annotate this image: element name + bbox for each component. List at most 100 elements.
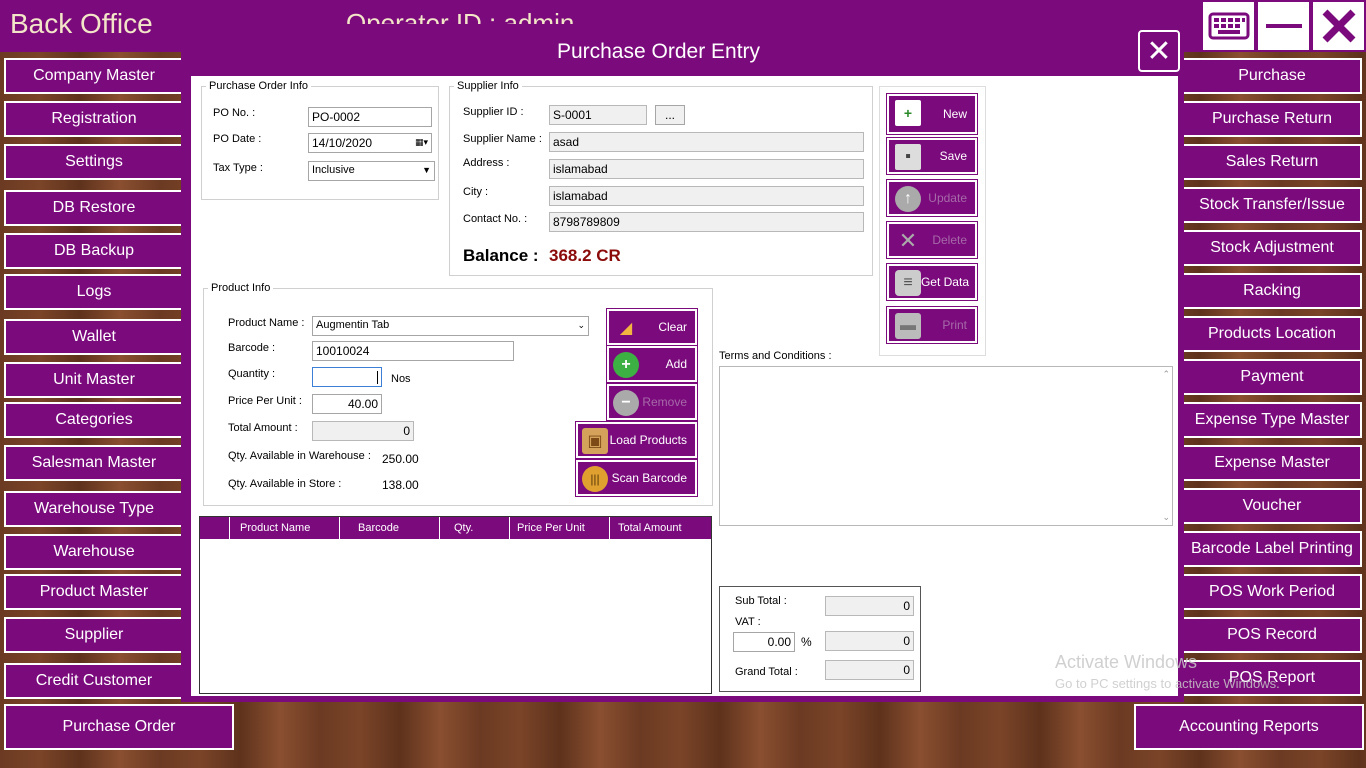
keyboard-icon bbox=[1208, 12, 1250, 40]
menu-barcode-label-printing[interactable]: Barcode Label Printing bbox=[1182, 531, 1362, 567]
box-icon: ▣ bbox=[582, 428, 608, 454]
arrow-up-icon: ↑ bbox=[895, 186, 921, 212]
delete-button[interactable]: ✕ Delete bbox=[886, 221, 978, 259]
menu-products-location[interactable]: Products Location bbox=[1182, 316, 1362, 352]
menu-registration[interactable]: Registration bbox=[4, 101, 184, 137]
address-field[interactable]: islamabad bbox=[549, 159, 864, 179]
watermark-subtitle: Go to PC settings to activate Windows. bbox=[1055, 676, 1280, 691]
load-products-label: Load Products bbox=[609, 433, 687, 447]
scroll-up-icon[interactable]: ⌃ bbox=[1162, 369, 1170, 380]
po-date-picker[interactable]: 14/10/2020 ▦▾ bbox=[308, 133, 432, 153]
get-data-button[interactable]: ≡ Get Data bbox=[886, 263, 978, 301]
terms-label: Terms and Conditions : bbox=[719, 350, 832, 362]
menu-warehouse-type[interactable]: Warehouse Type bbox=[4, 491, 184, 527]
total-amount-field[interactable]: 0 bbox=[312, 421, 414, 441]
calendar-icon[interactable]: ▦▾ bbox=[415, 137, 428, 148]
grid-col-total-amount[interactable]: Total Amount bbox=[610, 517, 711, 539]
terms-textarea[interactable]: ⌃ ⌄ bbox=[719, 366, 1173, 526]
menu-racking[interactable]: Racking bbox=[1182, 273, 1362, 309]
barcode-field[interactable]: 10010024 bbox=[312, 341, 514, 361]
minus-circle-icon: − bbox=[613, 390, 639, 416]
add-button[interactable]: + Add bbox=[606, 345, 698, 383]
remove-button[interactable]: − Remove bbox=[606, 383, 698, 421]
printer-icon: ▬ bbox=[895, 313, 921, 339]
menu-stock-transfer-issue[interactable]: Stock Transfer/Issue bbox=[1182, 187, 1362, 223]
minimize-button[interactable] bbox=[1256, 0, 1311, 52]
close-app-button[interactable] bbox=[1311, 0, 1366, 52]
product-name-select[interactable]: Augmentin Tab ⌄ bbox=[312, 316, 589, 336]
supplier-name-field[interactable]: asad bbox=[549, 132, 864, 152]
menu-db-backup[interactable]: DB Backup bbox=[4, 233, 184, 269]
menu-db-restore[interactable]: DB Restore bbox=[4, 190, 184, 226]
delete-x-icon: ✕ bbox=[898, 228, 918, 253]
dialog-title: Purchase Order Entry bbox=[556, 40, 761, 63]
purchase-order-dialog: Purchase Order Entry ✕ Purchase Order In… bbox=[181, 28, 1184, 702]
total-amount-label: Total Amount : bbox=[228, 422, 298, 434]
menu-purchase-return[interactable]: Purchase Return bbox=[1182, 101, 1362, 137]
broom-icon: ◢ bbox=[619, 320, 633, 337]
print-button[interactable]: ▬ Print bbox=[886, 306, 978, 344]
grid-col-price-per-unit[interactable]: Price Per Unit bbox=[510, 517, 610, 539]
city-field[interactable]: islamabad bbox=[549, 186, 864, 206]
scan-barcode-label: Scan Barcode bbox=[611, 471, 687, 485]
menu-product-master[interactable]: Product Master bbox=[4, 574, 184, 610]
menu-unit-master[interactable]: Unit Master bbox=[4, 362, 184, 398]
grid-col-product-name[interactable]: Product Name bbox=[230, 517, 340, 539]
watermark-title: Activate Windows bbox=[1055, 652, 1198, 672]
menu-stock-adjustment[interactable]: Stock Adjustment bbox=[1182, 230, 1362, 266]
load-products-button[interactable]: ▣ Load Products bbox=[575, 421, 698, 459]
menu-wallet[interactable]: Wallet bbox=[4, 319, 184, 355]
po-date-value: 14/10/2020 bbox=[312, 136, 373, 150]
price-per-unit-field[interactable]: 40.00 bbox=[312, 394, 382, 414]
scroll-down-icon[interactable]: ⌄ bbox=[1162, 512, 1170, 523]
price-per-unit-label: Price Per Unit : bbox=[228, 395, 302, 407]
menu-sales-return[interactable]: Sales Return bbox=[1182, 144, 1362, 180]
supplier-name-label: Supplier Name : bbox=[463, 133, 542, 145]
supplier-browse-button[interactable]: ... bbox=[655, 105, 685, 125]
scan-barcode-button[interactable]: ||| Scan Barcode bbox=[575, 459, 698, 497]
app-title: Back Office bbox=[10, 8, 153, 39]
menu-credit-customer[interactable]: Credit Customer bbox=[4, 663, 184, 699]
new-label: New bbox=[942, 107, 967, 121]
po-info-legend: Purchase Order Info bbox=[209, 80, 309, 92]
menu-purchase-order[interactable]: Purchase Order bbox=[4, 704, 234, 750]
menu-expense-type-master[interactable]: Expense Type Master bbox=[1182, 402, 1362, 438]
new-button[interactable]: + New bbox=[886, 93, 978, 135]
tax-type-select[interactable]: Inclusive ▼ bbox=[308, 161, 435, 181]
contact-field[interactable]: 8798789809 bbox=[549, 212, 864, 232]
menu-company-master[interactable]: Company Master bbox=[4, 58, 184, 94]
grid-header: Product Name Barcode Qty. Price Per Unit… bbox=[200, 517, 711, 539]
menu-salesman-master[interactable]: Salesman Master bbox=[4, 445, 184, 481]
keyboard-button[interactable] bbox=[1201, 0, 1256, 52]
menu-supplier[interactable]: Supplier bbox=[4, 617, 184, 653]
dialog-close-button[interactable]: ✕ bbox=[1138, 30, 1180, 72]
menu-warehouse[interactable]: Warehouse bbox=[4, 534, 184, 570]
menu-categories[interactable]: Categories bbox=[4, 402, 184, 438]
supplier-id-field[interactable]: S-0001 bbox=[549, 105, 647, 125]
vat-amount-field[interactable]: 0 bbox=[825, 631, 914, 651]
update-button[interactable]: ↑ Update bbox=[886, 179, 978, 217]
menu-settings[interactable]: Settings bbox=[4, 144, 184, 180]
quantity-field[interactable] bbox=[312, 367, 382, 387]
grand-total-field[interactable]: 0 bbox=[825, 660, 914, 680]
menu-pos-record[interactable]: POS Record bbox=[1182, 617, 1362, 653]
menu-payment[interactable]: Payment bbox=[1182, 359, 1362, 395]
menu-expense-master[interactable]: Expense Master bbox=[1182, 445, 1362, 481]
menu-voucher[interactable]: Voucher bbox=[1182, 488, 1362, 524]
sub-total-field[interactable]: 0 bbox=[825, 596, 914, 616]
grid-col-barcode[interactable]: Barcode bbox=[340, 517, 440, 539]
text-cursor bbox=[377, 371, 378, 384]
add-label: Add bbox=[665, 357, 687, 371]
po-no-field[interactable]: PO-0002 bbox=[308, 107, 432, 127]
menu-accounting-reports[interactable]: Accounting Reports bbox=[1134, 704, 1364, 750]
product-grid[interactable]: Product Name Barcode Qty. Price Per Unit… bbox=[199, 516, 712, 694]
menu-logs[interactable]: Logs bbox=[4, 274, 184, 310]
tax-type-label: Tax Type : bbox=[213, 162, 263, 174]
clear-button[interactable]: ◢ Clear bbox=[606, 308, 698, 346]
vat-percent-field[interactable]: 0.00 bbox=[733, 632, 795, 652]
menu-purchase[interactable]: Purchase bbox=[1182, 58, 1362, 94]
menu-pos-work-period[interactable]: POS Work Period bbox=[1182, 574, 1362, 610]
floppy-disk-icon: ▪ bbox=[895, 144, 921, 170]
save-button[interactable]: ▪ Save bbox=[886, 137, 978, 175]
grid-col-qty[interactable]: Qty. bbox=[440, 517, 510, 539]
